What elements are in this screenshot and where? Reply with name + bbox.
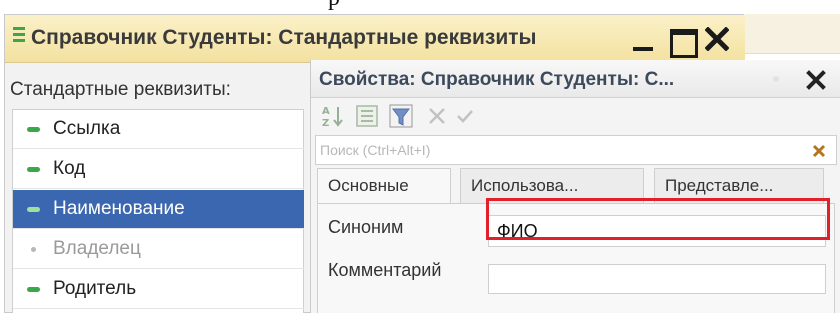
sort-az-icon[interactable]: A Z	[321, 104, 345, 129]
properties-close-button[interactable]	[803, 67, 829, 93]
categories-icon[interactable]	[355, 104, 379, 128]
properties-search-input[interactable]: Поиск (Ctrl+Alt+I)	[315, 135, 837, 165]
page-caption-text: p	[328, 0, 340, 12]
minimize-button[interactable]	[627, 23, 659, 55]
maximize-button[interactable]	[665, 23, 698, 58]
list-item-naimenovanie[interactable]: Наименование	[13, 190, 304, 229]
page-caption-fragment: p	[0, 0, 840, 14]
tab-osnovnye[interactable]: Основные	[317, 168, 451, 204]
window-title-bar[interactable]: Справочник Студенты: Стандартные реквизи…	[5, 15, 745, 63]
attribute-icon	[31, 247, 36, 252]
list-item-roditel[interactable]: Родитель	[13, 270, 304, 309]
close-icon	[812, 144, 826, 158]
list-item-label: Код	[53, 158, 86, 179]
synonym-label: Синоним	[328, 217, 404, 237]
clear-icon[interactable]	[425, 104, 449, 128]
highlight-frame	[486, 198, 830, 240]
list-item-label: Родитель	[53, 278, 137, 299]
list-item-label: Наименование	[53, 198, 185, 219]
properties-title: Свойства: Справочник Студенты: С...	[319, 69, 675, 90]
properties-panel: Свойства: Справочник Студенты: С... A Z	[310, 60, 840, 313]
window-menu-icon[interactable]	[13, 27, 25, 49]
standard-attributes-list[interactable]: Ссылка Код Наименование Владелец Родител…	[12, 109, 304, 313]
pin-icon[interactable]	[773, 76, 779, 82]
standard-attributes-label: Стандартные реквизиты:	[10, 79, 231, 100]
list-item-label: Ссылка	[53, 118, 121, 139]
comment-label: Комментарий	[328, 260, 442, 280]
svg-text:A: A	[322, 106, 330, 117]
svg-text:Z: Z	[322, 118, 329, 128]
attribute-icon	[27, 207, 40, 212]
close-icon	[806, 70, 826, 90]
filter-icon[interactable]	[389, 104, 413, 128]
comment-field[interactable]	[488, 264, 826, 294]
properties-title-bar[interactable]: Свойства: Справочник Студенты: С...	[311, 60, 840, 98]
attribute-icon	[27, 127, 40, 132]
attribute-icon	[27, 167, 40, 172]
clear-search-button[interactable]	[810, 142, 828, 160]
list-item-label: Владелец	[53, 238, 141, 259]
properties-toolbar: A Z	[311, 98, 840, 134]
close-button[interactable]	[701, 23, 733, 55]
list-item-ssylka[interactable]: Ссылка	[13, 110, 304, 149]
close-icon	[705, 27, 729, 51]
attribute-icon	[27, 287, 40, 292]
window-title: Справочник Студенты: Стандартные реквизи…	[31, 26, 537, 49]
list-item-kod[interactable]: Код	[13, 150, 304, 189]
list-item-vladelec[interactable]: Владелец	[13, 230, 304, 269]
search-placeholder: Поиск (Ctrl+Alt+I)	[320, 142, 431, 158]
background-window-edge	[745, 14, 840, 54]
check-icon[interactable]	[453, 104, 477, 128]
